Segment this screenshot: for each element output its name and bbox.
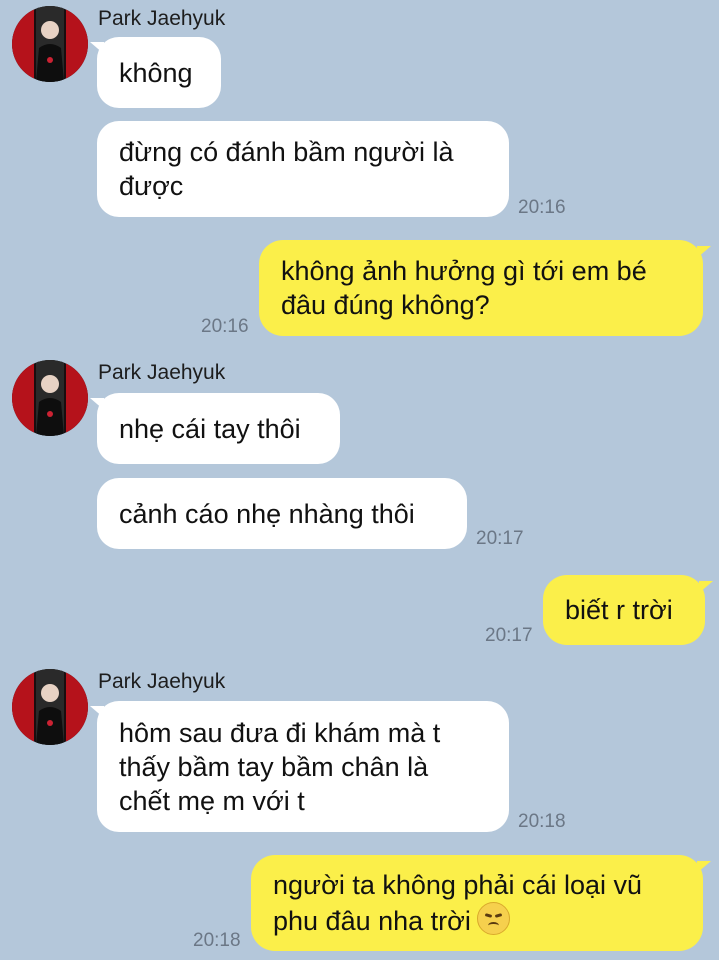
message-time: 20:17 (476, 528, 524, 549)
message-bubble-incoming[interactable]: không (97, 37, 221, 108)
message-time: 20:17 (485, 625, 533, 646)
message-time: 20:18 (193, 930, 241, 951)
message-text: cảnh cáo nhẹ nhàng thôi (119, 498, 415, 529)
message-text: người ta không phải cái loại vũ phu đâu … (273, 868, 642, 938)
message-bubble-incoming[interactable]: nhẹ cái tay thôi (97, 393, 340, 464)
message-time: 20:16 (201, 316, 249, 337)
message-bubble-outgoing[interactable]: biết r trời (543, 575, 705, 645)
message-text: không (119, 57, 193, 88)
message-text: đừng có đánh bầm người là được (119, 137, 454, 201)
bubble-tail (697, 246, 711, 258)
message-bubble-outgoing[interactable]: không ảnh hưởng gì tới em bé đâu đúng kh… (259, 240, 703, 336)
avatar[interactable] (12, 360, 88, 436)
bubble-tail (697, 861, 711, 873)
message-text: hôm sau đưa đi khám mà t thấy bầm tay bầ… (119, 717, 441, 816)
message-text: không ảnh hưởng gì tới em bé đâu đúng kh… (281, 256, 647, 320)
sender-name: Park Jaehyuk (98, 670, 226, 693)
sender-name: Park Jaehyuk (98, 361, 226, 384)
disappointed-face-icon (476, 902, 510, 935)
message-bubble-outgoing[interactable]: người ta không phải cái loại vũ phu đâu … (251, 855, 703, 951)
avatar[interactable] (12, 6, 88, 82)
message-text: biết r trời (565, 595, 673, 625)
message-time: 20:18 (518, 811, 566, 832)
message-text: nhẹ cái tay thôi (119, 413, 301, 444)
bubble-tail (699, 581, 713, 593)
sender-name: Park Jaehyuk (98, 7, 226, 30)
message-bubble-incoming[interactable]: hôm sau đưa đi khám mà t thấy bầm tay bầ… (97, 701, 509, 832)
avatar[interactable] (12, 669, 88, 745)
message-bubble-incoming[interactable]: đừng có đánh bầm người là được (97, 121, 509, 217)
message-text-content: người ta không phải cái loại vũ phu đâu … (273, 870, 643, 936)
message-time: 20:16 (518, 197, 566, 218)
message-bubble-incoming[interactable]: cảnh cáo nhẹ nhàng thôi (97, 478, 467, 549)
